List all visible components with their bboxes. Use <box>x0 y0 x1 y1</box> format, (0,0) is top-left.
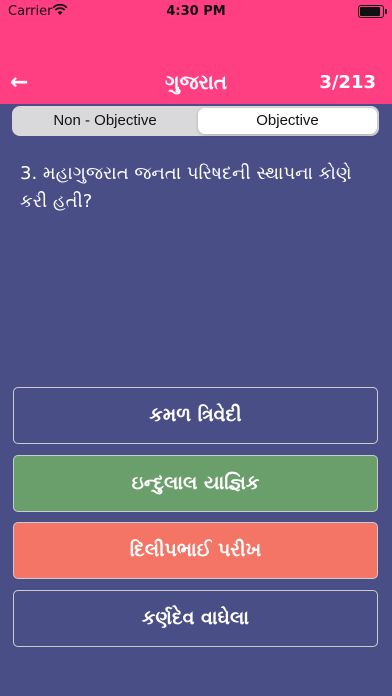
status-bar: Carrier 4:30 PM <box>0 0 392 24</box>
tab-non-objective[interactable]: Non - Objective <box>14 108 196 134</box>
option-1-button[interactable]: કમળ ત્રિવેદી <box>13 387 378 444</box>
option-2-button[interactable]: ઇન્દુલાલ યાજ્ઞિક <box>13 455 378 512</box>
app-header: Carrier 4:30 PM ← ગુજરાત 3/213 <box>0 0 392 104</box>
tab-objective[interactable]: Objective <box>198 108 377 134</box>
nav-bar: ← ગુજરાત 3/213 <box>0 64 392 100</box>
battery-icon <box>358 5 387 18</box>
question-counter: 3/213 <box>319 72 376 93</box>
status-time: 4:30 PM <box>166 4 226 19</box>
question-text: 3. મહાગુજરાત જનતા પરિષદની સ્થાપના કોણે ક… <box>20 163 352 212</box>
option-3-button[interactable]: દિલીપભાઈ પરીખ <box>13 522 378 579</box>
option-4-button[interactable]: કર્ણદેવ વાઘેલા <box>13 590 378 647</box>
mode-segmented-control: Non - Objective Objective <box>12 106 379 136</box>
